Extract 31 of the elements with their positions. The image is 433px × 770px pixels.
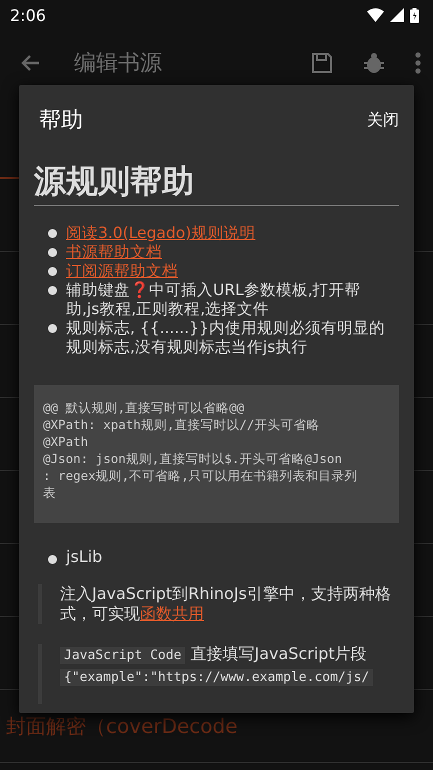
code-block: @@ 默认规则,直接写时可以省略@@ @XPath: xpath规则,直接写时以//开头可省略 @XPath @Json: json规则,直接写时以$.开头可省略@Json : regex规则,不可省略,只可以用在书籍列表和目录列 表 xyxy=(34,385,399,523)
help-link[interactable]: 阅读3.0(Legado)规则说明 xyxy=(66,224,256,243)
help-link[interactable]: 订阅源帮助文档 xyxy=(66,262,178,281)
screen-title: 编辑书源 xyxy=(74,50,163,78)
quote-text: 直接填写JavaScript片段 xyxy=(190,644,367,663)
back-arrow-icon[interactable] xyxy=(20,54,40,72)
bullet-dot xyxy=(48,324,57,333)
bullet-dot xyxy=(48,286,57,295)
bullet-text: 规则标志, {{......}}内使用规则必须有明显的规则标志,没有规则标志当作js执行 xyxy=(66,319,385,357)
inline-code: {"example":"https://www.example.com/js/ xyxy=(60,669,374,686)
bullet-text: 辅助键盘❓中可插入URL参数模板,打开帮助,js教程,正则教程,选择文件 xyxy=(66,281,362,319)
section-label: jsLib xyxy=(66,547,102,566)
close-button[interactable]: 关闭 xyxy=(367,106,399,134)
function-share-link[interactable]: 函数共用 xyxy=(140,604,204,623)
save-icon[interactable] xyxy=(311,52,333,74)
bullet-dot xyxy=(48,248,57,257)
bullet-dot xyxy=(48,554,57,564)
bug-icon[interactable] xyxy=(363,52,385,74)
field-label: 封面解密（coverDecode xyxy=(6,712,238,740)
bullet-dot xyxy=(48,267,57,276)
help-link[interactable]: 书源帮助文档 xyxy=(66,243,162,262)
bullet-dot xyxy=(48,229,57,238)
battery-icon xyxy=(410,8,419,22)
inline-code: JavaScript Code xyxy=(60,647,186,664)
signal-icon xyxy=(390,8,404,22)
help-heading: 源规则帮助 xyxy=(34,161,399,206)
status-time: 2:06 xyxy=(10,6,47,24)
dialog-title: 帮助 xyxy=(39,107,83,135)
quote-paragraph: 注入JavaScript到RhinoJs引擎中，支持两种格式，可实现函数共用 xyxy=(60,584,391,623)
more-options-icon[interactable] xyxy=(415,52,421,74)
wifi-icon xyxy=(367,8,384,22)
